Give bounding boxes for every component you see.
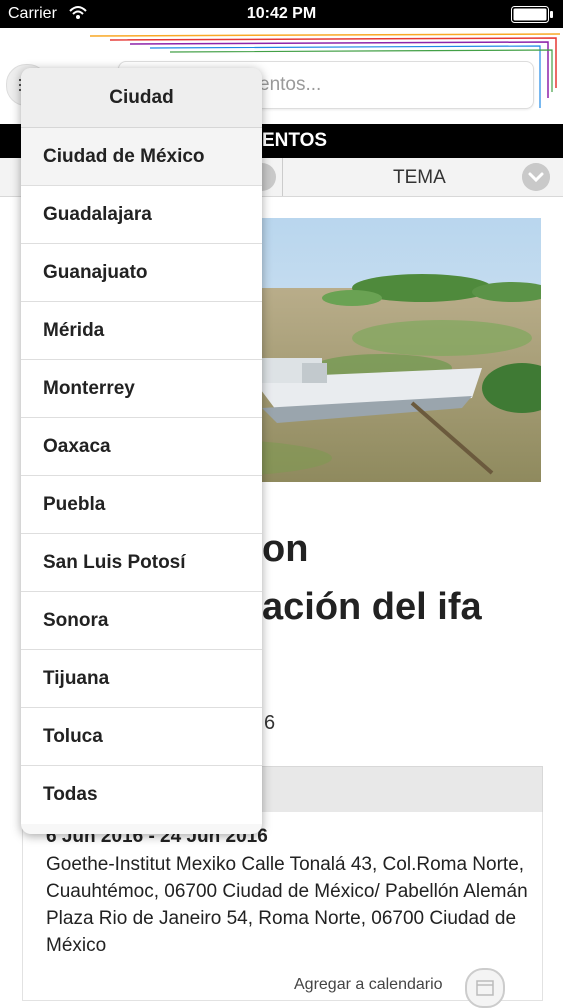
section-title: ENTOS: [262, 130, 328, 151]
add-to-calendar-link[interactable]: Agregar a calendario: [294, 976, 443, 994]
status-bar: Carrier 10:42 PM: [0, 0, 563, 28]
city-option-toluca[interactable]: Toluca: [21, 708, 262, 766]
filter-tema-label: TEMA: [393, 167, 446, 188]
city-option-guanajuato[interactable]: Guanajuato: [21, 244, 262, 302]
event-address: Goethe-Institut Mexiko Calle Tonalá 43, …: [46, 854, 528, 956]
city-option-oaxaca[interactable]: Oaxaca: [21, 418, 262, 476]
city-option-merida[interactable]: Mérida: [21, 302, 262, 360]
city-option-tijuana[interactable]: Tijuana: [21, 650, 262, 708]
city-option-monterrey[interactable]: Monterrey: [21, 360, 262, 418]
filter-tema[interactable]: TEMA: [282, 158, 563, 196]
city-option-sonora[interactable]: Sonora: [21, 592, 262, 650]
city-dropdown-title: Ciudad: [21, 68, 262, 128]
city-option-puebla[interactable]: Puebla: [21, 476, 262, 534]
city-option-ciudad-de-mexico[interactable]: Ciudad de México: [21, 128, 262, 186]
battery-icon: [511, 6, 553, 23]
clock: 10:42 PM: [246, 5, 317, 22]
search-placeholder: entos...: [259, 74, 322, 95]
city-option-guadalajara[interactable]: Guadalajara: [21, 186, 262, 244]
city-dropdown: Ciudad Ciudad de México Guadalajara Guan…: [21, 68, 262, 834]
calendar-icon[interactable]: [465, 968, 505, 1008]
city-option-todas[interactable]: Todas: [21, 766, 262, 824]
chevron-down-icon: [522, 163, 550, 191]
city-option-san-luis-potosi[interactable]: San Luis Potosí: [21, 534, 262, 592]
